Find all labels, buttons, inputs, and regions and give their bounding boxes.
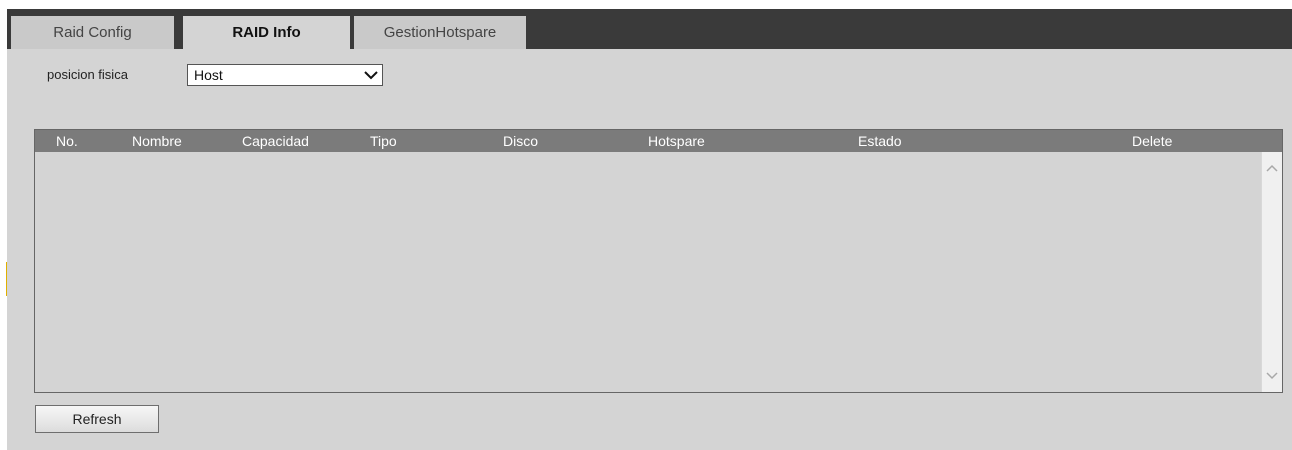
table-header: No. Nombre Capacidad Tipo Disco Hotspare… bbox=[35, 130, 1282, 152]
physical-position-label: posicion fisica bbox=[47, 67, 128, 82]
scroll-up-icon[interactable] bbox=[1265, 162, 1279, 176]
column-header-capacidad: Capacidad bbox=[242, 133, 309, 149]
raid-info-panel: Raid Config RAID Info GestionHotspare po… bbox=[7, 9, 1292, 450]
raid-info-table: No. Nombre Capacidad Tipo Disco Hotspare… bbox=[34, 129, 1283, 393]
column-header-no: No. bbox=[56, 133, 78, 149]
table-body bbox=[35, 152, 1261, 392]
tab-bar: Raid Config RAID Info GestionHotspare bbox=[7, 9, 1292, 49]
column-header-nombre: Nombre bbox=[132, 133, 182, 149]
refresh-button[interactable]: Refresh bbox=[35, 405, 159, 433]
column-header-estado: Estado bbox=[858, 133, 902, 149]
physical-position-select[interactable]: Host bbox=[187, 64, 383, 86]
table-scrollbar[interactable] bbox=[1261, 152, 1282, 392]
column-header-tipo: Tipo bbox=[370, 133, 397, 149]
tab-gestion-hotspare[interactable]: GestionHotspare bbox=[354, 16, 526, 49]
column-header-hotspare: Hotspare bbox=[648, 133, 705, 149]
physical-position-value: Host bbox=[194, 67, 223, 83]
column-header-disco: Disco bbox=[503, 133, 539, 149]
scroll-down-icon[interactable] bbox=[1265, 368, 1279, 382]
chevron-down-icon bbox=[364, 71, 378, 80]
column-header-delete: Delete bbox=[1132, 133, 1173, 149]
tab-raid-info[interactable]: RAID Info bbox=[183, 16, 350, 49]
tab-raid-config[interactable]: Raid Config bbox=[11, 16, 174, 49]
